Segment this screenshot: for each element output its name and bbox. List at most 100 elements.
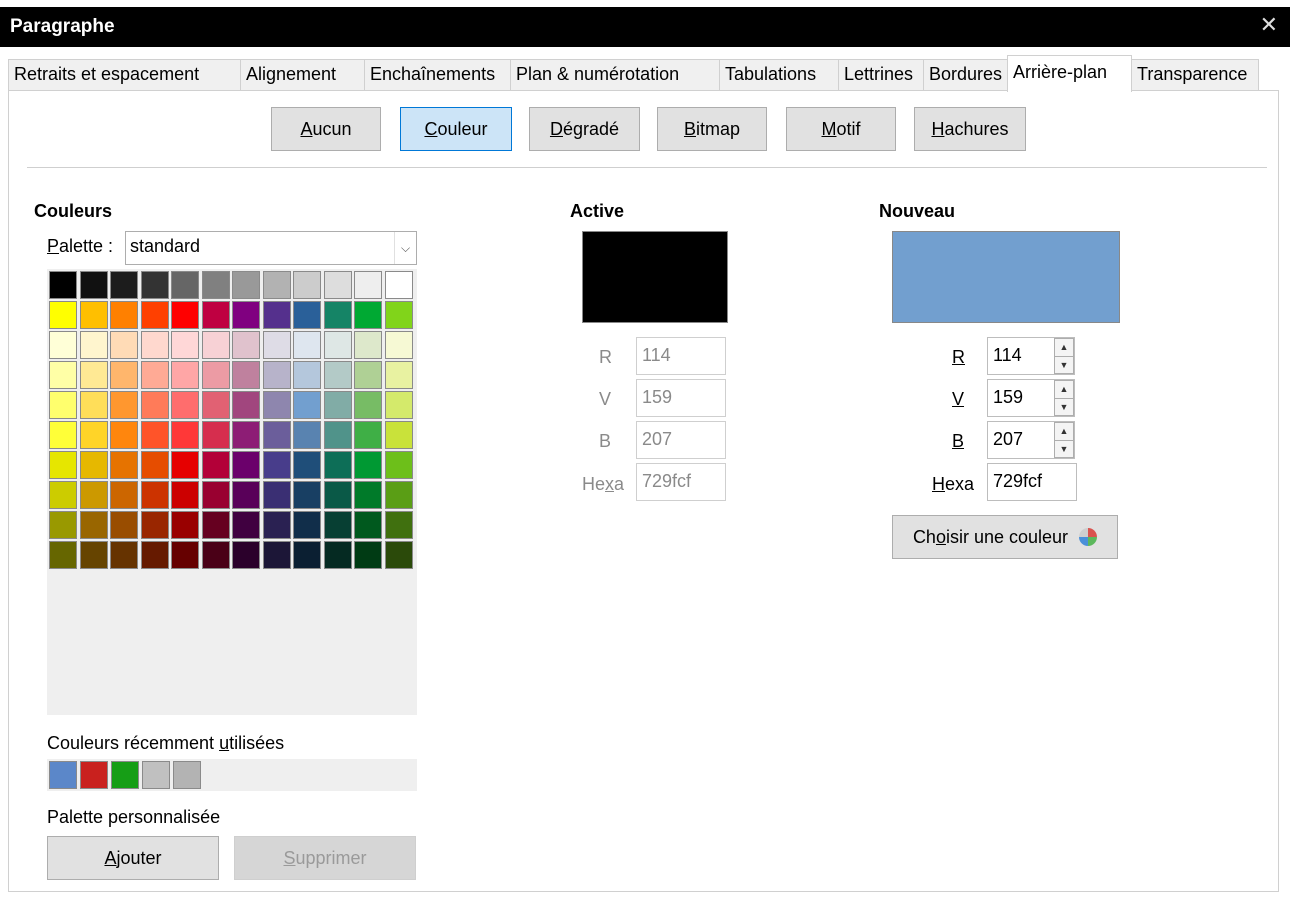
palette-swatch[interactable] [354, 301, 382, 329]
palette-swatch[interactable] [171, 451, 199, 479]
tab-enchainements[interactable]: Enchaînements [364, 59, 511, 91]
palette-swatch[interactable] [354, 391, 382, 419]
spin-down-icon[interactable]: ▼ [1055, 398, 1073, 415]
palette-swatch[interactable] [79, 451, 108, 479]
bitmap-button[interactable]: Bitmap [657, 107, 767, 151]
palette-swatch[interactable] [354, 541, 382, 569]
palette-swatch[interactable] [201, 391, 230, 419]
palette-swatch[interactable] [201, 301, 230, 329]
palette-swatch[interactable] [323, 331, 352, 359]
palette-swatch[interactable] [232, 421, 260, 449]
pick-color-button[interactable]: Choisir une couleur [892, 515, 1118, 559]
new-b-spinner[interactable]: ▲ ▼ [1054, 422, 1074, 458]
palette-swatch[interactable] [140, 541, 169, 569]
palette-swatch[interactable] [171, 481, 199, 509]
palette-swatch[interactable] [140, 301, 169, 329]
palette-swatch[interactable] [262, 361, 291, 389]
palette-swatch[interactable] [49, 361, 77, 389]
palette-swatch[interactable] [232, 541, 260, 569]
pattern-button[interactable]: Motif [786, 107, 896, 151]
palette-swatch[interactable] [323, 451, 352, 479]
none-button[interactable]: Aucun [271, 107, 381, 151]
palette-swatch[interactable] [140, 451, 169, 479]
palette-swatch[interactable] [140, 421, 169, 449]
palette-swatch[interactable] [201, 541, 230, 569]
recent-color-swatch[interactable] [142, 761, 170, 789]
palette-swatch[interactable] [384, 541, 413, 569]
palette-swatch[interactable] [201, 481, 230, 509]
palette-swatch[interactable] [354, 481, 382, 509]
new-r-spinner[interactable]: ▲ ▼ [1054, 338, 1074, 374]
palette-swatch[interactable] [232, 481, 260, 509]
palette-swatch[interactable] [262, 301, 291, 329]
palette-swatch[interactable] [79, 361, 108, 389]
palette-swatch[interactable] [323, 301, 352, 329]
palette-swatch[interactable] [49, 301, 77, 329]
spin-down-icon[interactable]: ▼ [1055, 440, 1073, 457]
gradient-button[interactable]: Dégradé [529, 107, 640, 151]
palette-swatch[interactable] [201, 331, 230, 359]
palette-swatch[interactable] [171, 331, 199, 359]
palette-swatch[interactable] [201, 271, 230, 299]
palette-swatch[interactable] [293, 451, 321, 479]
palette-swatch[interactable] [110, 541, 138, 569]
palette-swatch[interactable] [323, 511, 352, 539]
palette-swatch[interactable] [384, 421, 413, 449]
palette-swatch[interactable] [110, 481, 138, 509]
palette-swatch[interactable] [140, 511, 169, 539]
palette-swatch[interactable] [140, 391, 169, 419]
palette-swatch[interactable] [323, 421, 352, 449]
palette-swatch[interactable] [110, 361, 138, 389]
tab-arriere-plan[interactable]: Arrière-plan [1007, 55, 1132, 92]
palette-swatch[interactable] [171, 391, 199, 419]
palette-swatch[interactable] [140, 361, 169, 389]
palette-swatch[interactable] [384, 361, 413, 389]
palette-swatch[interactable] [79, 271, 108, 299]
tab-transparence[interactable]: Transparence [1131, 59, 1259, 91]
palette-swatch[interactable] [293, 541, 321, 569]
palette-swatch[interactable] [201, 421, 230, 449]
new-hex-field[interactable]: 729fcf [987, 463, 1077, 501]
palette-swatch[interactable] [384, 451, 413, 479]
palette-swatch[interactable] [110, 391, 138, 419]
palette-swatch[interactable] [79, 421, 108, 449]
palette-swatch[interactable] [354, 271, 382, 299]
palette-swatch[interactable] [232, 301, 260, 329]
palette-swatch[interactable] [262, 481, 291, 509]
tab-retraits-espacement[interactable]: Retraits et espacement [8, 59, 241, 91]
palette-swatch[interactable] [354, 421, 382, 449]
palette-swatch[interactable] [384, 271, 413, 299]
palette-swatch[interactable] [79, 301, 108, 329]
tab-alignement[interactable]: Alignement [240, 59, 365, 91]
tab-plan-numerotation[interactable]: Plan & numérotation [510, 59, 720, 91]
palette-swatch[interactable] [171, 541, 199, 569]
palette-swatch[interactable] [262, 511, 291, 539]
palette-swatch[interactable] [262, 451, 291, 479]
hatching-button[interactable]: Hachures [914, 107, 1026, 151]
palette-swatch[interactable] [201, 451, 230, 479]
palette-swatch[interactable] [171, 421, 199, 449]
palette-swatch[interactable] [110, 511, 138, 539]
palette-swatch[interactable] [384, 391, 413, 419]
palette-swatch[interactable] [171, 271, 199, 299]
palette-swatch[interactable] [293, 511, 321, 539]
palette-swatch[interactable] [171, 361, 199, 389]
palette-swatch[interactable] [49, 331, 77, 359]
palette-swatch[interactable] [201, 361, 230, 389]
tab-lettrines[interactable]: Lettrines [838, 59, 924, 91]
palette-swatch[interactable] [384, 301, 413, 329]
palette-swatch[interactable] [293, 391, 321, 419]
palette-swatch[interactable] [354, 361, 382, 389]
palette-swatch[interactable] [354, 451, 382, 479]
palette-swatch[interactable] [232, 361, 260, 389]
palette-swatch[interactable] [323, 271, 352, 299]
chevron-down-icon[interactable]: ⌵ [394, 232, 416, 264]
palette-swatch[interactable] [232, 271, 260, 299]
palette-swatch[interactable] [140, 481, 169, 509]
palette-swatch[interactable] [354, 331, 382, 359]
palette-swatch[interactable] [79, 541, 108, 569]
palette-swatch[interactable] [110, 271, 138, 299]
palette-swatch[interactable] [262, 421, 291, 449]
palette-swatch[interactable] [293, 331, 321, 359]
palette-swatch[interactable] [323, 391, 352, 419]
